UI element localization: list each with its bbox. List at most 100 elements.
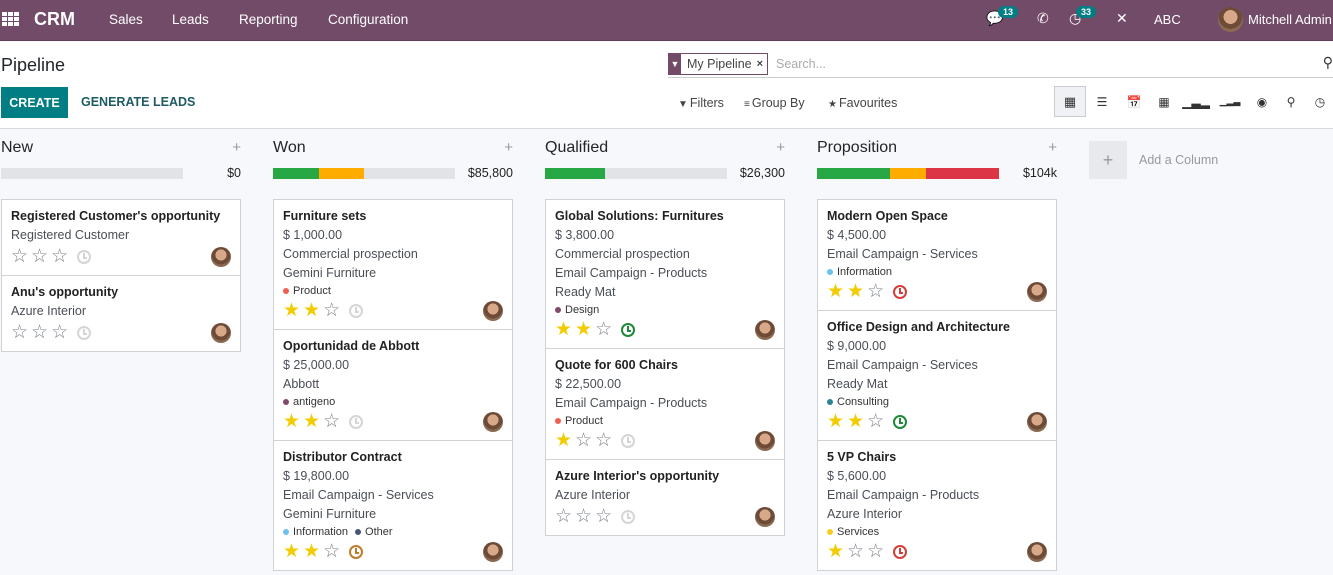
star-empty-icon[interactable]: ☆	[31, 323, 48, 342]
column-title[interactable]: New	[1, 139, 33, 157]
star-empty-icon[interactable]: ☆	[11, 323, 28, 342]
map-view-button[interactable]: ⚲	[1275, 86, 1307, 117]
star-empty-icon[interactable]: ☆	[51, 323, 68, 342]
add-column-label[interactable]: Add a Column	[1139, 153, 1218, 167]
quick-create-icon[interactable]: +	[1048, 139, 1057, 156]
user-avatar[interactable]	[1218, 7, 1243, 32]
menu-leads[interactable]: Leads	[172, 12, 209, 27]
opportunity-card[interactable]: Anu's opportunity Azure Interior ☆ ☆ ☆	[2, 276, 240, 351]
generate-leads-button[interactable]: GENERATE LEADS	[81, 95, 195, 109]
star-empty-icon[interactable]: ☆	[575, 507, 592, 526]
opportunity-card[interactable]: Quote for 600 Chairs $ 22,500.00 Email Cam…	[546, 349, 784, 460]
menu-reporting[interactable]: Reporting	[239, 12, 298, 27]
progress-segment-overdue[interactable]	[926, 168, 999, 179]
activity-view-button[interactable]: ◷	[1304, 86, 1333, 117]
column-progress-bar[interactable]	[545, 168, 727, 179]
star-filled-icon[interactable]: ★	[555, 431, 572, 450]
pivot-view-button[interactable]: ▦	[1148, 86, 1180, 117]
column-progress-bar[interactable]	[1, 168, 183, 179]
activity-clock-icon[interactable]	[893, 545, 908, 559]
opportunity-card[interactable]: Registered Customer's opportunity Registe…	[2, 200, 240, 276]
activity-clock-icon[interactable]	[621, 434, 636, 448]
progress-segment-today[interactable]	[318, 168, 364, 179]
activity-clock-icon[interactable]	[893, 415, 908, 429]
star-filled-icon[interactable]: ★	[283, 412, 300, 431]
opportunity-card[interactable]: 5 VP Chairs $ 5,600.00 Email Campaign - Pr…	[818, 441, 1056, 570]
menu-sales[interactable]: Sales	[109, 12, 143, 27]
progress-segment-planned[interactable]	[545, 168, 606, 179]
star-empty-icon[interactable]: ☆	[867, 282, 884, 301]
salesperson-avatar[interactable]	[211, 247, 231, 267]
star-empty-icon[interactable]: ☆	[867, 412, 884, 431]
salesperson-avatar[interactable]	[211, 323, 231, 343]
star-filled-icon[interactable]: ★	[827, 412, 844, 431]
salesperson-avatar[interactable]	[755, 320, 775, 340]
opportunity-card[interactable]: Azure Interior's opportunity Azure Interi…	[546, 460, 784, 535]
favourites-button[interactable]: ★ Favourites	[828, 96, 897, 110]
user-menu[interactable]: Mitchell Admin	[1248, 12, 1332, 27]
star-filled-icon[interactable]: ★	[555, 320, 572, 339]
progress-segment-planned[interactable]	[817, 168, 890, 179]
cohort-view-button[interactable]: ▁▂▃	[1214, 86, 1246, 117]
star-empty-icon[interactable]: ☆	[555, 507, 572, 526]
salesperson-avatar[interactable]	[483, 542, 503, 562]
dashboard-view-button[interactable]: ◉	[1246, 86, 1278, 117]
star-filled-icon[interactable]: ★	[575, 320, 592, 339]
star-filled-icon[interactable]: ★	[303, 412, 320, 431]
star-filled-icon[interactable]: ★	[283, 542, 300, 561]
kanban-view-button[interactable]: ▦	[1054, 86, 1086, 117]
opportunity-card[interactable]: Oportunidad de Abbott $ 25,000.00 Abbott an…	[274, 330, 512, 441]
search-input[interactable]	[776, 55, 1296, 73]
star-filled-icon[interactable]: ★	[827, 542, 844, 561]
activity-clock-icon[interactable]	[621, 510, 636, 524]
salesperson-avatar[interactable]	[1027, 412, 1047, 432]
tools-icon[interactable]: ✕	[1116, 10, 1128, 27]
search-icon[interactable]: ⚲	[1323, 54, 1333, 71]
phone-icon[interactable]: ✆	[1037, 10, 1049, 27]
star-filled-icon[interactable]: ★	[303, 301, 320, 320]
star-empty-icon[interactable]: ☆	[595, 320, 612, 339]
create-button[interactable]: CREATE	[1, 87, 68, 118]
star-filled-icon[interactable]: ★	[283, 301, 300, 320]
star-empty-icon[interactable]: ☆	[11, 247, 28, 266]
star-empty-icon[interactable]: ☆	[595, 507, 612, 526]
star-empty-icon[interactable]: ☆	[595, 431, 612, 450]
menu-configuration[interactable]: Configuration	[328, 12, 408, 27]
opportunity-card[interactable]: Global Solutions: Furnitures $ 3,800.00 Co…	[546, 200, 784, 349]
salesperson-avatar[interactable]	[483, 301, 503, 321]
activity-clock-icon[interactable]	[621, 323, 636, 337]
star-filled-icon[interactable]: ★	[847, 412, 864, 431]
facet-remove-icon[interactable]: ×	[757, 58, 767, 70]
activity-clock-icon[interactable]	[77, 326, 92, 340]
column-title[interactable]: Qualified	[545, 139, 608, 157]
opportunity-card[interactable]: Furniture sets $ 1,000.00 Commercial prosp…	[274, 200, 512, 330]
progress-segment-planned[interactable]	[273, 168, 319, 179]
column-title[interactable]: Won	[273, 139, 306, 157]
group-by-button[interactable]: ≡ Group By	[744, 96, 805, 110]
column-title[interactable]: Proposition	[817, 139, 897, 157]
activity-clock-icon[interactable]	[349, 545, 364, 559]
salesperson-avatar[interactable]	[755, 507, 775, 527]
activity-clock-icon[interactable]	[349, 415, 364, 429]
salesperson-avatar[interactable]	[1027, 542, 1047, 562]
star-empty-icon[interactable]: ☆	[51, 247, 68, 266]
opportunity-card[interactable]: Distributor Contract $ 19,800.00 Email Cam…	[274, 441, 512, 570]
quick-create-icon[interactable]: +	[232, 139, 241, 156]
opportunity-card[interactable]: Modern Open Space $ 4,500.00 Email Campaig…	[818, 200, 1056, 311]
company-switcher[interactable]: ABC	[1154, 12, 1181, 27]
star-empty-icon[interactable]: ☆	[575, 431, 592, 450]
calendar-view-button[interactable]: 📅	[1118, 86, 1150, 117]
activity-clock-icon[interactable]	[893, 285, 908, 299]
add-column-button[interactable]: +	[1089, 141, 1127, 179]
salesperson-avatar[interactable]	[1027, 282, 1047, 302]
column-progress-bar[interactable]	[273, 168, 455, 179]
progress-segment-today[interactable]	[889, 168, 927, 179]
star-filled-icon[interactable]: ★	[847, 282, 864, 301]
filters-button[interactable]: ▼ Filters	[678, 96, 724, 110]
star-filled-icon[interactable]: ★	[303, 542, 320, 561]
salesperson-avatar[interactable]	[755, 431, 775, 451]
star-filled-icon[interactable]: ★	[827, 282, 844, 301]
star-empty-icon[interactable]: ☆	[323, 412, 340, 431]
star-empty-icon[interactable]: ☆	[323, 542, 340, 561]
activity-clock-icon[interactable]	[77, 250, 92, 264]
